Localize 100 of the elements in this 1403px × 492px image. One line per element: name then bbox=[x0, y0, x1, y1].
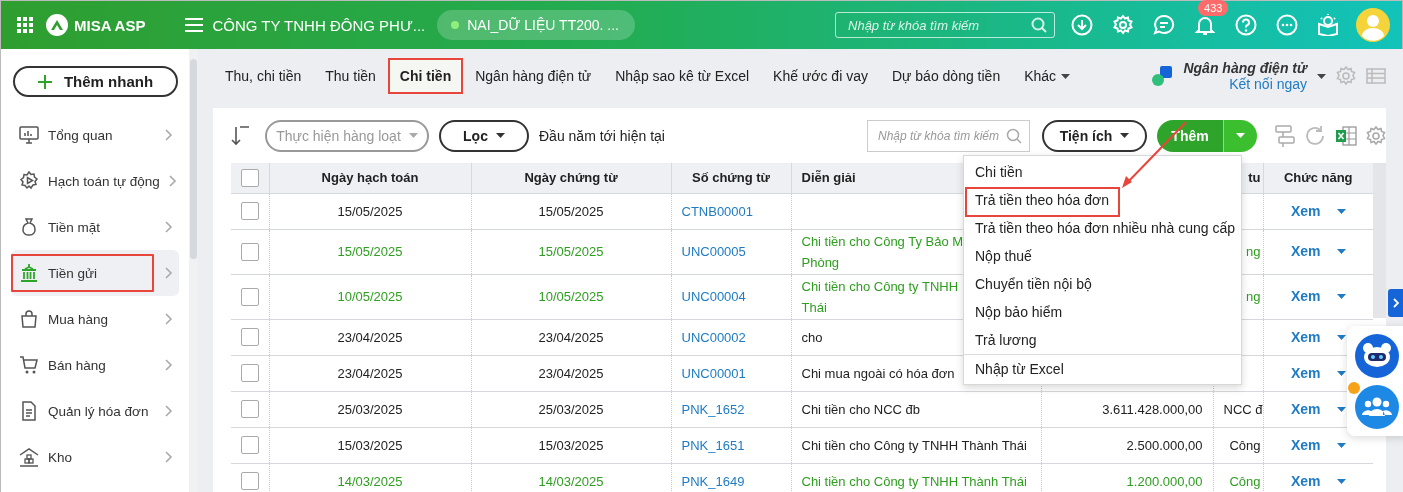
sidebar-item[interactable]: Tiền gửi bbox=[11, 250, 179, 296]
scrollbar[interactable] bbox=[1373, 163, 1386, 318]
search-field[interactable]: Nhập từ khóa tìm kiếm bbox=[867, 119, 1030, 152]
robot-icon[interactable] bbox=[1355, 333, 1399, 378]
tab[interactable]: Ngân hàng điện tử bbox=[463, 58, 604, 94]
doc-number-link[interactable]: UNC00005 bbox=[681, 244, 746, 259]
table-cell: 25/03/2025 bbox=[269, 391, 471, 427]
doc-number-link[interactable]: UNC00001 bbox=[681, 365, 746, 381]
bank-title: Ngân hàng điện tử bbox=[1183, 60, 1307, 76]
list-view-icon[interactable] bbox=[1366, 68, 1386, 84]
row-checkbox[interactable] bbox=[241, 328, 259, 346]
connect-link[interactable]: Kết nối ngay bbox=[1229, 76, 1307, 92]
caret-down-icon[interactable] bbox=[1336, 442, 1346, 448]
doc-number-link[interactable]: PNK_1651 bbox=[681, 437, 745, 453]
table-cell: 14/03/2025 bbox=[269, 463, 471, 492]
lightbulb-book-icon[interactable] bbox=[1317, 14, 1339, 36]
gear-play-icon bbox=[19, 171, 39, 191]
search-icon bbox=[1006, 127, 1022, 144]
tab[interactable]: Thu tiền bbox=[313, 58, 388, 94]
tab[interactable]: Nhập sao kê từ Excel bbox=[603, 58, 762, 94]
people-icon[interactable] bbox=[1355, 384, 1399, 429]
caret-down-icon bbox=[1236, 133, 1245, 138]
caret-down-icon bbox=[408, 133, 418, 138]
spreadsheet-icon[interactable] bbox=[1335, 124, 1357, 147]
logo-icon bbox=[46, 14, 68, 36]
view-link[interactable]: Xem bbox=[1290, 326, 1321, 348]
search-icon bbox=[1031, 17, 1047, 33]
chat-icon[interactable] bbox=[1153, 14, 1175, 36]
settings-icon[interactable] bbox=[1336, 66, 1356, 86]
view-link[interactable]: Xem bbox=[1290, 362, 1321, 384]
refresh-icon[interactable] bbox=[1304, 124, 1326, 147]
doc-number-link[interactable]: PNK_1649 bbox=[681, 473, 745, 489]
chevron-right-icon bbox=[165, 451, 173, 463]
menu-icon[interactable] bbox=[185, 18, 204, 32]
row-checkbox[interactable] bbox=[241, 287, 259, 306]
help-icon[interactable] bbox=[1235, 14, 1257, 36]
view-link[interactable]: Xem bbox=[1290, 200, 1321, 222]
view-link[interactable]: Xem bbox=[1290, 470, 1321, 492]
view-link[interactable]: Xem bbox=[1290, 434, 1321, 456]
row-checkbox[interactable] bbox=[241, 202, 259, 220]
utilities-dropdown[interactable]: Tiện ích bbox=[1042, 119, 1147, 152]
bell-icon[interactable] bbox=[1194, 14, 1216, 36]
caret-down-icon[interactable] bbox=[1336, 249, 1346, 254]
select-all-checkbox[interactable] bbox=[241, 168, 259, 187]
sort-icon[interactable] bbox=[231, 125, 249, 146]
view-link[interactable]: Xem bbox=[1290, 286, 1321, 307]
tab[interactable]: Khế ước đi vay bbox=[761, 58, 880, 94]
caret-down-icon[interactable] bbox=[1336, 334, 1346, 340]
row-checkbox[interactable] bbox=[241, 242, 259, 261]
row-checkbox[interactable] bbox=[241, 472, 259, 491]
sidebar-item[interactable]: Bán hàng bbox=[11, 342, 179, 388]
quick-add-button[interactable]: Thêm nhanh bbox=[13, 66, 178, 97]
table-cell: 15/05/2025 bbox=[471, 193, 671, 229]
sidebar-item[interactable]: Tiền mặt bbox=[11, 204, 179, 250]
table-cell: 15/05/2025 bbox=[471, 229, 671, 274]
doc-number-link[interactable]: UNC00004 bbox=[681, 289, 746, 304]
sidebar-item[interactable]: Mua hàng bbox=[11, 296, 179, 342]
plus-icon bbox=[37, 74, 52, 89]
row-checkbox[interactable] bbox=[241, 400, 259, 418]
table-cell: NCC đ bbox=[1213, 391, 1263, 427]
caret-down-icon[interactable] bbox=[1336, 406, 1346, 412]
row-checkbox[interactable] bbox=[241, 436, 259, 454]
tab[interactable]: Dự báo dòng tiền bbox=[879, 58, 1013, 94]
sidebar-item[interactable]: Kho bbox=[11, 434, 179, 480]
avatar-icon[interactable] bbox=[1356, 8, 1390, 42]
tab[interactable]: Thu, chi tiền bbox=[213, 58, 314, 94]
table-cell: Công bbox=[1213, 427, 1263, 463]
more-icon[interactable] bbox=[1276, 14, 1298, 36]
doc-number-link[interactable]: CTNB00001 bbox=[681, 203, 754, 219]
table-cell: 2.500.000,00 bbox=[1041, 427, 1213, 463]
tab[interactable]: Chi tiền bbox=[387, 58, 464, 94]
settings-icon[interactable] bbox=[1366, 125, 1386, 146]
flowchart-icon[interactable] bbox=[1273, 123, 1295, 148]
chevron-right-icon bbox=[165, 129, 173, 141]
caret-down-icon[interactable] bbox=[1317, 73, 1326, 79]
bank-logo-icon bbox=[1151, 65, 1174, 87]
doc-number-link[interactable]: UNC00002 bbox=[681, 329, 746, 345]
filter-dropdown[interactable]: Lọc bbox=[439, 119, 529, 152]
bank-icon bbox=[19, 263, 39, 283]
download-icon[interactable] bbox=[1071, 14, 1093, 36]
doc-number-link[interactable]: PNK_1652 bbox=[681, 401, 745, 417]
scrollbar-thumb[interactable] bbox=[190, 59, 197, 259]
side-panel-tab[interactable] bbox=[1388, 289, 1403, 317]
tab[interactable]: Khác bbox=[1012, 58, 1083, 94]
sidebar-item[interactable]: Hạch toán tự động bbox=[11, 158, 179, 204]
caret-down-icon[interactable] bbox=[1336, 370, 1346, 376]
caret-down-icon[interactable] bbox=[1336, 478, 1346, 484]
sidebar-item[interactable]: Tổng quan bbox=[11, 112, 179, 158]
view-link[interactable]: Xem bbox=[1290, 398, 1321, 420]
warehouse-icon bbox=[19, 447, 39, 467]
apps-grid-icon[interactable] bbox=[17, 17, 33, 33]
sidebar-item[interactable]: Quản lý hóa đơn bbox=[11, 388, 179, 434]
menu-item[interactable]: Nhập từ Excel bbox=[964, 354, 1241, 382]
table-cell: 15/03/2025 bbox=[269, 427, 471, 463]
caret-down-icon[interactable] bbox=[1336, 294, 1346, 299]
caret-down-icon[interactable] bbox=[1336, 208, 1346, 214]
add-menu-toggle[interactable] bbox=[1223, 119, 1257, 152]
table-cell: 23/04/2025 bbox=[269, 355, 471, 391]
row-checkbox[interactable] bbox=[241, 364, 259, 382]
view-link[interactable]: Xem bbox=[1290, 241, 1321, 262]
